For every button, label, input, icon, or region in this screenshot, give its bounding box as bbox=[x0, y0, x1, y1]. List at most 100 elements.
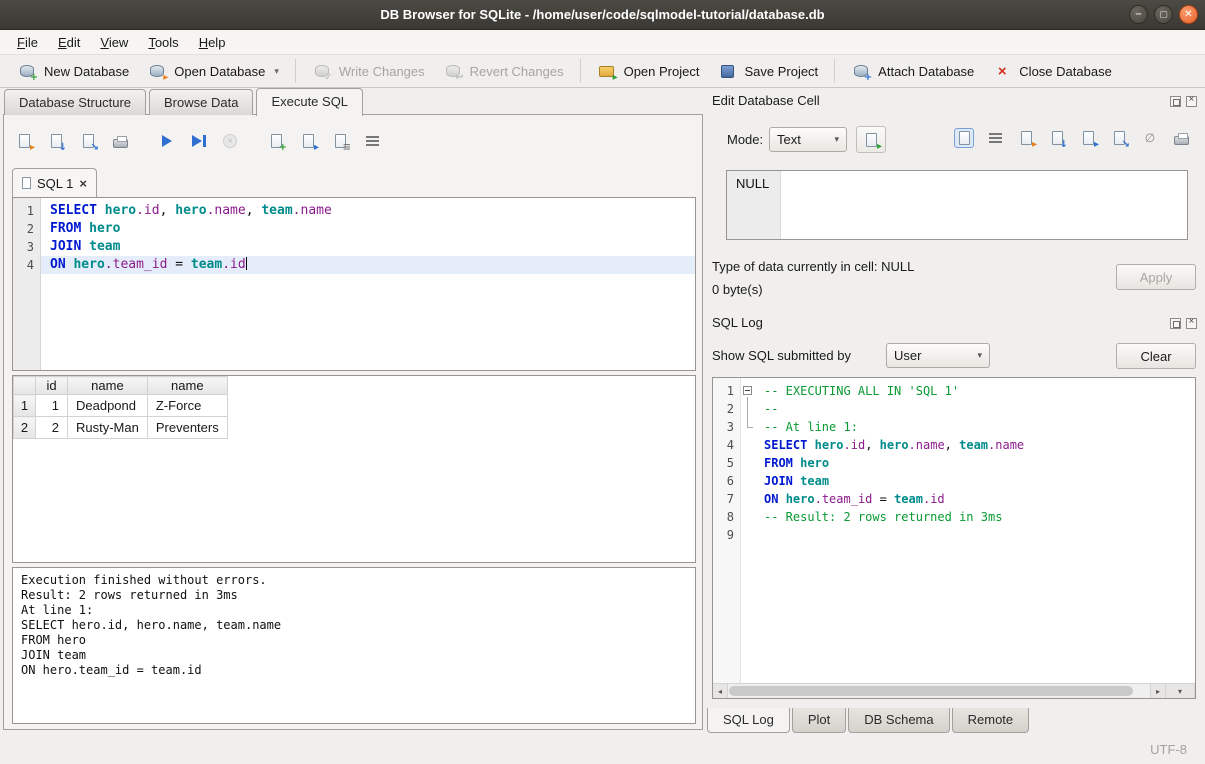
code-line: 9 bbox=[713, 526, 1195, 544]
column-header-name-2[interactable]: name bbox=[147, 377, 227, 395]
data-cell[interactable]: 2 bbox=[36, 417, 68, 439]
scroll-left-icon[interactable]: ◂ bbox=[713, 684, 728, 698]
import-data-icon[interactable]: ▸ bbox=[1078, 128, 1098, 148]
column-header-id-0[interactable]: id bbox=[36, 377, 68, 395]
attach-database-button[interactable]: +Attach Database bbox=[842, 57, 983, 85]
open-project-button[interactable]: ▸Open Project bbox=[588, 57, 709, 85]
title-bar[interactable]: DB Browser for SQLite - /home/user/code/… bbox=[0, 0, 1205, 30]
cell-value: NULL bbox=[736, 176, 769, 191]
execute-all-icon[interactable] bbox=[156, 131, 176, 151]
sql-log-viewport[interactable]: 1-- EXECUTING ALL IN 'SQL 1'2--3-- At li… bbox=[712, 377, 1196, 699]
line-number: 4 bbox=[713, 436, 741, 454]
fold-marker[interactable] bbox=[741, 400, 755, 418]
code-text: FROM hero bbox=[41, 220, 695, 238]
bottom-tab-sql-log[interactable]: SQL Log bbox=[707, 708, 790, 733]
mode-select[interactable]: Text bbox=[769, 127, 847, 152]
new-tab-icon[interactable]: + bbox=[266, 131, 286, 151]
close-database-button[interactable]: ×Close Database bbox=[983, 57, 1121, 85]
fold-marker[interactable] bbox=[741, 418, 755, 436]
scroll-down-icon[interactable]: ▾ bbox=[1165, 684, 1195, 698]
export-results-icon[interactable]: ▸ bbox=[298, 131, 318, 151]
sql-document-tab[interactable]: SQL 1 bbox=[12, 168, 97, 197]
column-header-name-1[interactable]: name bbox=[68, 377, 148, 395]
set-null-icon[interactable]: ∅ bbox=[1140, 128, 1160, 148]
log-filter-select[interactable]: User bbox=[886, 343, 990, 368]
toolbar-button-label: Open Database bbox=[174, 64, 265, 79]
horizontal-scrollbar[interactable]: ◂ ▸ ▾ bbox=[713, 683, 1195, 698]
print-cell-icon[interactable] bbox=[1171, 128, 1191, 148]
row-header-cell[interactable]: 2 bbox=[14, 417, 36, 439]
clear-log-button[interactable]: Clear bbox=[1116, 343, 1196, 369]
editor-code-area: 1SELECT hero.id, hero.name, team.name2FR… bbox=[13, 198, 695, 274]
execute-current-line-icon[interactable] bbox=[188, 131, 208, 151]
minimize-button[interactable] bbox=[1129, 5, 1148, 24]
save-project-button[interactable]: Save Project bbox=[708, 57, 827, 85]
save-file-icon[interactable]: ↓ bbox=[1047, 128, 1067, 148]
menu-help[interactable]: Help bbox=[190, 32, 235, 53]
open-in-external-app-button[interactable]: ▸ bbox=[856, 126, 886, 153]
menu-file[interactable]: File bbox=[8, 32, 47, 53]
results-data-table: idnamename11DeadpondZ-Force22Rusty-ManPr… bbox=[13, 376, 228, 439]
save-sql-file-icon[interactable]: ↓ bbox=[46, 131, 66, 151]
line-number: 3 bbox=[713, 418, 741, 436]
code-line: 3JOIN team bbox=[13, 238, 695, 256]
float-panel-icon[interactable] bbox=[1170, 318, 1181, 329]
results-grid[interactable]: idnamename11DeadpondZ-Force22Rusty-ManPr… bbox=[12, 375, 696, 563]
toolbar-separator bbox=[580, 59, 581, 83]
bottom-tab-db-schema[interactable]: DB Schema bbox=[848, 708, 949, 733]
menu-view[interactable]: View bbox=[91, 32, 137, 53]
cell-editor[interactable]: NULL bbox=[726, 170, 1188, 240]
maximize-button[interactable] bbox=[1154, 5, 1173, 24]
scroll-right-icon[interactable]: ▸ bbox=[1150, 684, 1165, 698]
apply-button[interactable]: Apply bbox=[1116, 264, 1196, 290]
open-database-button[interactable]: ▸Open Database▾ bbox=[138, 57, 288, 85]
tab-browse-data[interactable]: Browse Data bbox=[149, 89, 253, 115]
print-sql-icon[interactable] bbox=[110, 131, 130, 151]
code-line: 6JOIN team bbox=[713, 472, 1195, 490]
write-changes-button: ✓Write Changes bbox=[303, 57, 434, 85]
close-panel-icon[interactable] bbox=[1186, 318, 1197, 329]
open-database-dropdown-arrow[interactable]: ▾ bbox=[274, 66, 279, 77]
format-sql-icon[interactable] bbox=[362, 131, 382, 151]
data-cell[interactable]: Deadpond bbox=[68, 395, 148, 417]
tab-execute-sql[interactable]: Execute SQL bbox=[256, 88, 363, 116]
data-cell[interactable]: Rusty-Man bbox=[68, 417, 148, 439]
close-panel-icon[interactable] bbox=[1186, 96, 1197, 107]
data-cell[interactable]: Preventers bbox=[147, 417, 227, 439]
code-line: 4ON hero.team_id = team.id bbox=[13, 256, 695, 274]
close-database-icon: × bbox=[992, 61, 1012, 81]
close-tab-icon[interactable] bbox=[79, 177, 87, 190]
text-mode-icon[interactable] bbox=[954, 128, 974, 148]
table-row[interactable]: 22Rusty-ManPreventers bbox=[14, 417, 228, 439]
toolbar-button-label: Save Project bbox=[744, 64, 818, 79]
menu-tools[interactable]: Tools bbox=[139, 32, 187, 53]
sql-log-title: SQL Log bbox=[712, 315, 763, 330]
scrollbar-thumb[interactable] bbox=[729, 686, 1133, 696]
corner-header-cell[interactable] bbox=[14, 377, 36, 395]
open-file-icon[interactable]: ▸ bbox=[1016, 128, 1036, 148]
code-line: 4SELECT hero.id, hero.name, team.name bbox=[713, 436, 1195, 454]
code-text: SELECT hero.id, hero.name, team.name bbox=[41, 202, 695, 220]
save-sql-as-icon[interactable]: ↘ bbox=[78, 131, 98, 151]
fold-marker[interactable] bbox=[741, 382, 755, 400]
open-sql-file-icon[interactable]: ▸ bbox=[14, 131, 34, 151]
autocomplete-icon[interactable]: ≡ bbox=[330, 131, 350, 151]
bottom-tab-plot[interactable]: Plot bbox=[792, 708, 846, 733]
tab-database-structure[interactable]: Database Structure bbox=[4, 89, 146, 115]
word-wrap-icon[interactable] bbox=[985, 128, 1005, 148]
close-button[interactable] bbox=[1179, 5, 1198, 24]
sql-editor[interactable]: 1SELECT hero.id, hero.name, team.name2FR… bbox=[12, 197, 696, 371]
table-row[interactable]: 11DeadpondZ-Force bbox=[14, 395, 228, 417]
code-line: 2-- bbox=[713, 400, 1195, 418]
data-cell[interactable]: 1 bbox=[36, 395, 68, 417]
bottom-tab-remote[interactable]: Remote bbox=[952, 708, 1030, 733]
data-cell[interactable]: Z-Force bbox=[147, 395, 227, 417]
bottom-tab-bar: SQL LogPlotDB SchemaRemote bbox=[707, 708, 1031, 733]
float-panel-icon[interactable] bbox=[1170, 96, 1181, 107]
row-header-cell[interactable]: 1 bbox=[14, 395, 36, 417]
export-data-icon[interactable]: ↘ bbox=[1109, 128, 1129, 148]
menu-edit[interactable]: Edit bbox=[49, 32, 89, 53]
line-number: 5 bbox=[713, 454, 741, 472]
edit-cell-dock-controls bbox=[1170, 96, 1197, 107]
new-database-button[interactable]: +New Database bbox=[8, 57, 138, 85]
